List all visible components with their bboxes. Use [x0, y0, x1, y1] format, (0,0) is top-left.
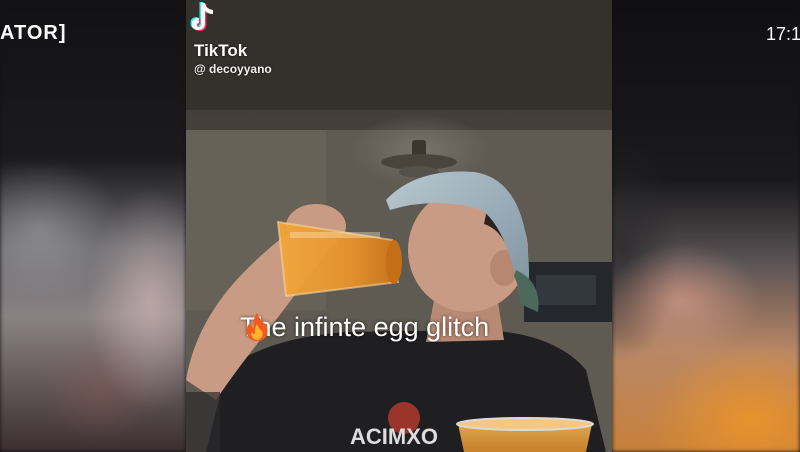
channel-brand-text: ATOR]: [0, 22, 67, 44]
video-frame: ATOR] 17:1 ACIMXO TikTok @ decoyyano The…: [0, 0, 800, 452]
tiktok-wordmark: TikTok: [194, 41, 248, 60]
second-cup: [456, 417, 594, 452]
tiktok-logo-icon: [190, 2, 213, 31]
ceiling: [186, 0, 612, 110]
tiktok-handle: @ decoyyano: [194, 62, 272, 76]
blurred-left-panel: [0, 0, 186, 452]
tiktok-video: ACIMXO TikTok @ decoyyano The infinte eg…: [186, 0, 612, 452]
broadcast-clock: 17:1: [766, 24, 800, 44]
blurred-right-panel: [612, 0, 800, 452]
video-caption: The infinte egg glitch: [240, 312, 489, 343]
shirt-print-text: ACIMXO: [350, 424, 438, 449]
fire-icon: [246, 313, 268, 341]
caption-text: The infinte egg glitch: [240, 312, 490, 342]
